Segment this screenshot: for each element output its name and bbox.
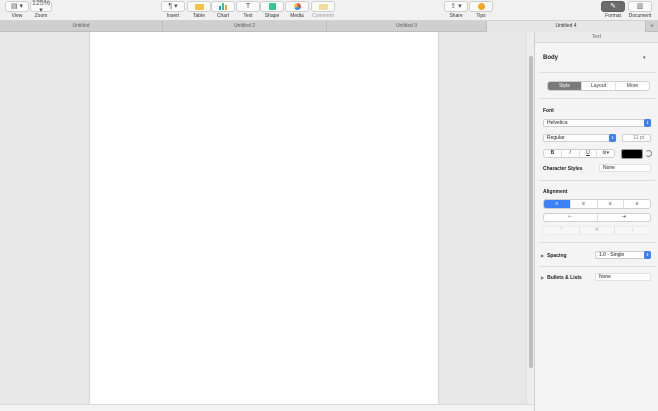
alignment-buttons: ≡ ≡ ≡ ≡ (543, 199, 651, 209)
status-bar (0, 404, 534, 411)
text-color-well[interactable] (621, 149, 643, 159)
spacing-select[interactable]: 1.0 - Single ⇕ (595, 251, 651, 259)
spacing-heading-label: Spacing (547, 253, 567, 259)
document-label: Document (628, 13, 652, 19)
chevron-updown-icon: ⇕ (644, 251, 651, 259)
decrease-indent-button[interactable]: ⇤ (544, 214, 598, 221)
zoom-label: Zoom (34, 13, 48, 19)
vertical-scrollbar[interactable] (526, 32, 534, 404)
spacing-value: 1.0 - Single (599, 252, 625, 258)
divider (539, 242, 655, 243)
inspector-segmented-control: Style Layout More (547, 81, 650, 91)
italic-button[interactable]: I (562, 150, 580, 157)
color-wheel-icon[interactable] (645, 150, 652, 157)
tips-label: Tips (476, 13, 486, 19)
font-heading: Font (543, 108, 554, 114)
character-styles-select[interactable]: None (599, 164, 651, 172)
scrollbar-thumb[interactable] (529, 56, 533, 368)
disclosure-triangle-icon[interactable]: ▶ (541, 253, 544, 258)
align-middle-button[interactable]: ✥ (580, 227, 616, 234)
tips-icon[interactable] (469, 1, 493, 12)
segment-layout[interactable]: Layout (582, 82, 616, 90)
format-inspector: Text Body ▾ Style Layout More Font Helve… (534, 32, 658, 411)
segment-more[interactable]: More (616, 82, 649, 90)
align-center-button[interactable]: ≡ (571, 200, 598, 208)
tab-untitled-4[interactable]: Untitled 4 (487, 21, 646, 32)
spacing-heading[interactable]: ▶ Spacing (541, 253, 567, 259)
divider (539, 180, 655, 181)
tab-untitled-3[interactable]: Untitled 3 (327, 21, 487, 32)
font-family-value: Helvetica (547, 120, 568, 126)
font-typeface-value: Regular (547, 135, 565, 141)
tab-untitled-2[interactable]: Untitled 2 (163, 21, 327, 32)
divider (539, 266, 655, 267)
font-family-select[interactable]: Helvetica ⇕ (543, 119, 651, 127)
character-styles-value: None (603, 165, 615, 171)
bullets-lists-heading[interactable]: ▶ Bullets & Lists (541, 275, 582, 281)
alignment-heading: Alignment (543, 189, 568, 195)
document-canvas[interactable] (0, 32, 534, 411)
document-page[interactable] (89, 32, 439, 404)
bullets-lists-heading-label: Bullets & Lists (547, 275, 582, 281)
segment-style[interactable]: Style (548, 82, 582, 90)
pages-window: ▤ ▾ View 125% ▾ Zoom ¶ ▾ Insert Table Ch… (0, 0, 658, 411)
new-tab-button[interactable]: + (646, 21, 658, 32)
comment-icon[interactable] (311, 1, 335, 12)
zoom-control[interactable]: 125% ▾ Zoom (24, 0, 58, 21)
chevron-updown-icon: ⇕ (644, 119, 651, 127)
indent-buttons: ⇤ ⇥ (543, 213, 651, 222)
increase-indent-button[interactable]: ⇥ (598, 214, 651, 221)
zoom-select[interactable]: 125% ▾ (30, 0, 52, 14)
tab-untitled[interactable]: Untitled (0, 21, 163, 32)
text-options-button[interactable]: ⚙▾ (597, 150, 614, 157)
paragraph-style-chevron-icon[interactable]: ▾ (643, 55, 646, 61)
disclosure-triangle-icon[interactable]: ▶ (541, 275, 544, 280)
underline-button[interactable]: U (580, 150, 598, 157)
align-top-button[interactable]: ⊤ (544, 227, 580, 234)
bullets-lists-select[interactable]: None (595, 273, 651, 281)
inspector-title: Text (535, 32, 658, 43)
comment-control[interactable]: Comment (306, 1, 340, 21)
align-bottom-button[interactable]: ⊥ (615, 227, 650, 234)
align-right-button[interactable]: ≡ (598, 200, 625, 208)
format-icon[interactable]: ✎ (601, 1, 625, 12)
paragraph-style-name[interactable]: Body (543, 55, 558, 61)
chevron-updown-icon: ⇕ (609, 134, 616, 142)
bullets-lists-value: None (599, 274, 611, 280)
character-styles-heading: Character Styles (543, 166, 583, 172)
font-typeface-select[interactable]: Regular ⇕ (543, 134, 616, 142)
bold-button[interactable]: B (544, 150, 562, 157)
font-style-buttons: B I U ⚙▾ (543, 149, 615, 158)
vertical-alignment-buttons: ⊤ ✥ ⊥ (543, 226, 651, 235)
document-icon[interactable]: ▥ (628, 1, 652, 12)
divider (539, 72, 655, 73)
align-justify-button[interactable]: ≡ (624, 200, 650, 208)
font-size-stepper[interactable]: 11 pt (622, 134, 651, 142)
toolbar: ▤ ▾ View 125% ▾ Zoom ¶ ▾ Insert Table Ch… (0, 0, 658, 21)
tab-bar: Untitled Untitled 2 Untitled 3 Untitled … (0, 21, 658, 32)
align-left-button[interactable]: ≡ (544, 200, 571, 208)
divider (539, 98, 655, 99)
comment-label: Comment (312, 13, 334, 19)
tips-control[interactable]: Tips (464, 1, 498, 21)
document-control[interactable]: ▥ Document (623, 1, 657, 21)
